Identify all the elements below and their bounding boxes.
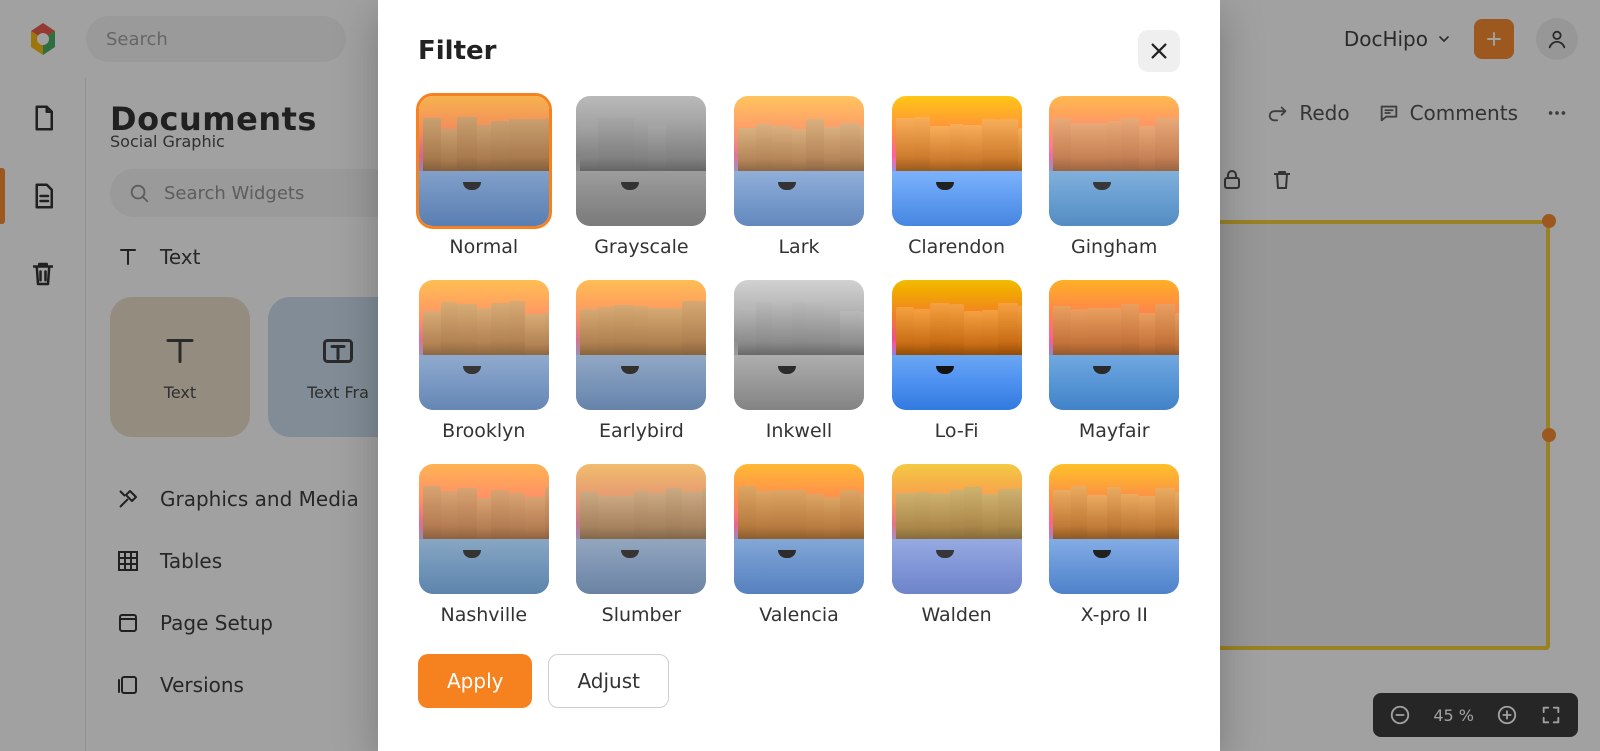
filter-option-xproii[interactable]: X-pro II	[1048, 464, 1180, 626]
filter-option-lofi[interactable]: Lo-Fi	[891, 280, 1023, 442]
filter-thumb	[734, 464, 864, 594]
filter-label: Normal	[449, 236, 518, 258]
filter-option-grayscale[interactable]: Grayscale	[576, 96, 708, 258]
filter-option-gingham[interactable]: Gingham	[1048, 96, 1180, 258]
filter-label: Grayscale	[594, 236, 688, 258]
filter-thumb	[576, 96, 706, 226]
dialog-close-button[interactable]	[1138, 30, 1180, 72]
filter-thumb	[892, 464, 1022, 594]
filter-thumb	[734, 96, 864, 226]
filter-option-valencia[interactable]: Valencia	[733, 464, 865, 626]
filter-thumb	[1049, 464, 1179, 594]
filter-label: Gingham	[1071, 236, 1157, 258]
filter-option-slumber[interactable]: Slumber	[576, 464, 708, 626]
filter-option-brooklyn[interactable]: Brooklyn	[418, 280, 550, 442]
adjust-label: Adjust	[577, 669, 640, 693]
filter-option-nashville[interactable]: Nashville	[418, 464, 550, 626]
filter-option-lark[interactable]: Lark	[733, 96, 865, 258]
filter-dialog: Filter Normal Grayscale Lark	[378, 0, 1220, 751]
filter-label: Nashville	[441, 604, 528, 626]
filter-thumb	[734, 280, 864, 410]
filter-thumb	[1049, 280, 1179, 410]
filter-label: Lark	[778, 236, 819, 258]
filter-thumb	[576, 464, 706, 594]
filter-label: Walden	[921, 604, 991, 626]
filter-label: Inkwell	[766, 420, 832, 442]
filter-label: Clarendon	[908, 236, 1005, 258]
filter-label: Mayfair	[1079, 420, 1150, 442]
filter-label: Brooklyn	[442, 420, 525, 442]
apply-button[interactable]: Apply	[418, 654, 532, 708]
filter-label: X-pro II	[1081, 604, 1148, 626]
adjust-button[interactable]: Adjust	[548, 654, 669, 708]
filter-thumb	[892, 96, 1022, 226]
filter-thumb	[892, 280, 1022, 410]
filter-label: Lo-Fi	[935, 420, 979, 442]
filter-thumb	[419, 464, 549, 594]
filter-option-clarendon[interactable]: Clarendon	[891, 96, 1023, 258]
filter-thumb	[419, 96, 549, 226]
filter-option-inkwell[interactable]: Inkwell	[733, 280, 865, 442]
filter-grid: Normal Grayscale Lark Clarendon	[418, 96, 1180, 626]
close-icon	[1148, 40, 1170, 62]
filter-option-mayfair[interactable]: Mayfair	[1048, 280, 1180, 442]
filter-option-walden[interactable]: Walden	[891, 464, 1023, 626]
filter-label: Earlybird	[599, 420, 684, 442]
filter-option-earlybird[interactable]: Earlybird	[576, 280, 708, 442]
filter-label: Valencia	[759, 604, 839, 626]
dialog-title: Filter	[418, 36, 496, 66]
filter-thumb	[1049, 96, 1179, 226]
filter-option-normal[interactable]: Normal	[418, 96, 550, 258]
apply-label: Apply	[447, 669, 503, 693]
filter-thumb	[419, 280, 549, 410]
filter-thumb	[576, 280, 706, 410]
filter-label: Slumber	[602, 604, 681, 626]
